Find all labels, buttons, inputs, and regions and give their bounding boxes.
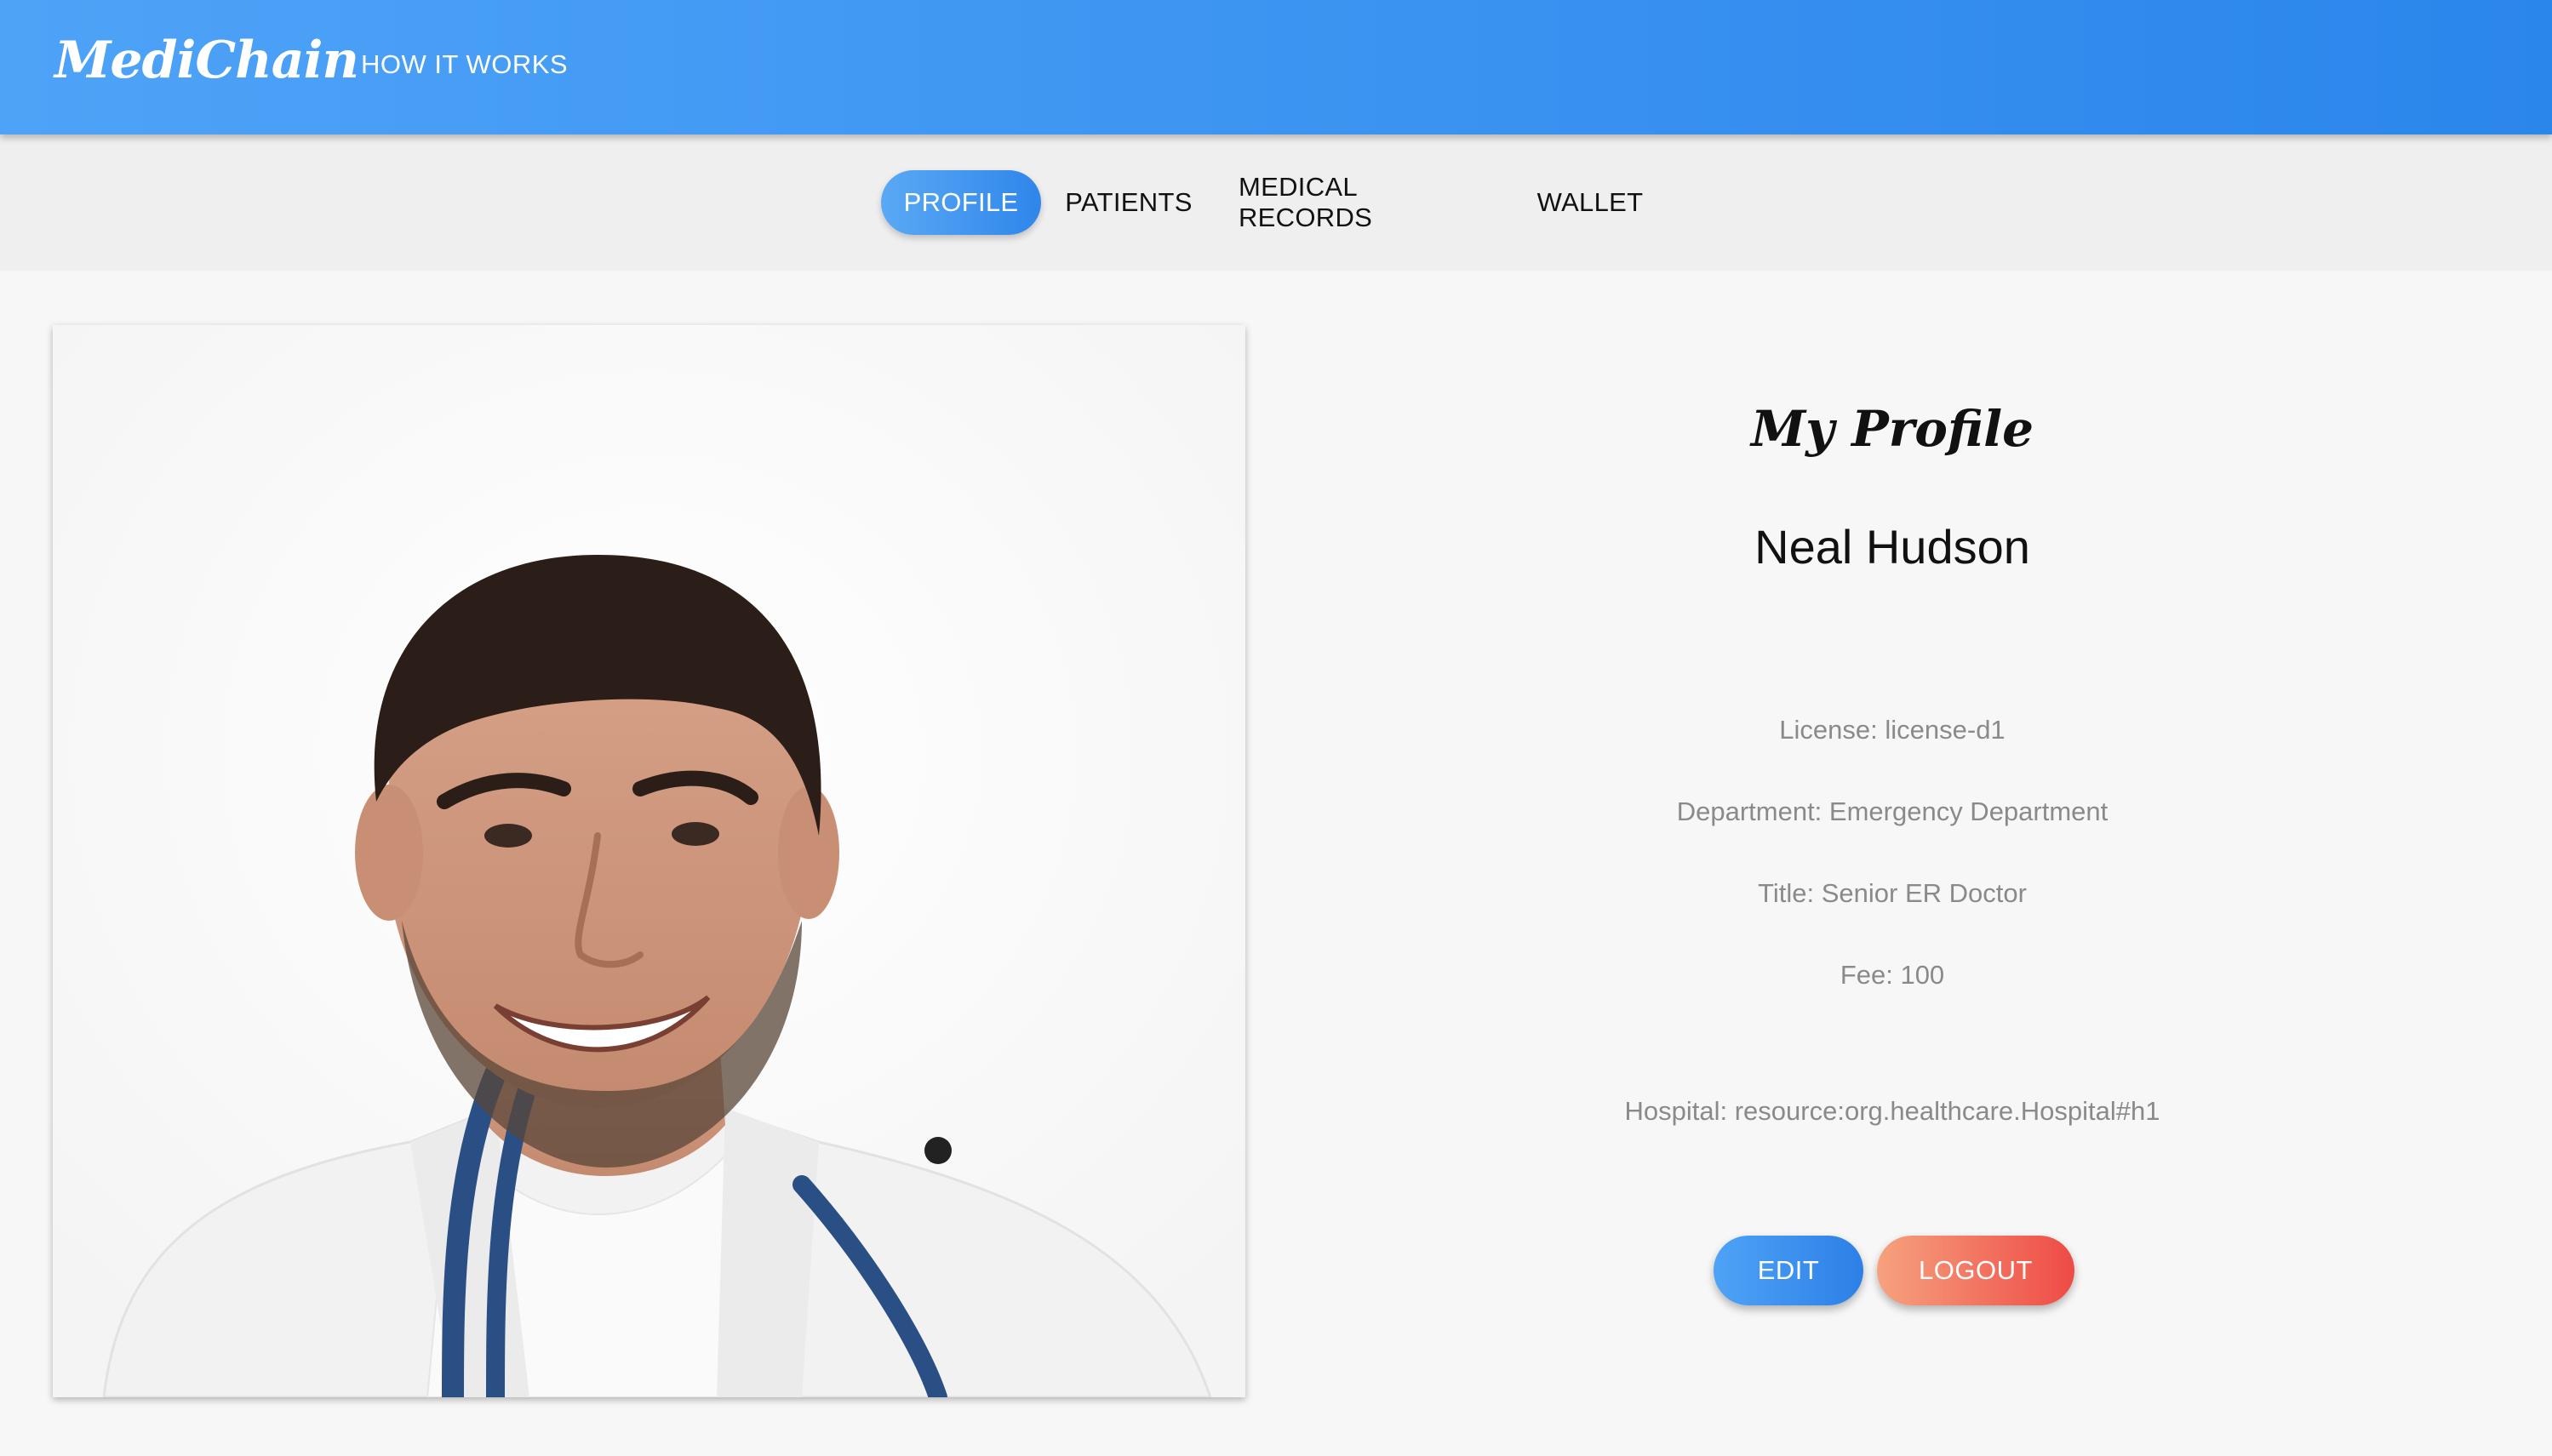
tab-wallet[interactable]: WALLET — [1532, 170, 1648, 235]
hospital-text: Hospital: resource:org.healthcare.Hospit… — [1624, 1096, 2160, 1126]
logout-button[interactable]: LOGOUT — [1877, 1236, 2074, 1305]
doctor-name: Neal Hudson — [1754, 520, 2030, 574]
brand-logo[interactable]: MediChain — [54, 31, 359, 90]
profile-photo — [53, 325, 1245, 1397]
tab-medical-records[interactable]: MEDICAL RECORDS — [1239, 170, 1491, 235]
fee-text: Fee: 100 — [1840, 960, 1945, 990]
department-text: Department: Emergency Department — [1676, 797, 2109, 826]
tab-patients[interactable]: PATIENTS — [1060, 170, 1198, 235]
how-it-works-link[interactable]: HOW IT WORKS — [361, 49, 568, 80]
edit-button[interactable]: EDIT — [1714, 1236, 1863, 1305]
job-title-text: Title: Senior ER Doctor — [1758, 878, 2027, 908]
doctor-portrait-image — [53, 325, 1245, 1397]
profile-heading: My Profile — [1750, 400, 2034, 458]
tab-strip: PROFILE PATIENTS MEDICAL RECORDS WALLET — [0, 134, 2552, 271]
app-bar: MediChain HOW IT WORKS — [0, 0, 2552, 134]
license-text: License: license-d1 — [1779, 715, 2006, 745]
tab-profile[interactable]: PROFILE — [881, 170, 1041, 235]
